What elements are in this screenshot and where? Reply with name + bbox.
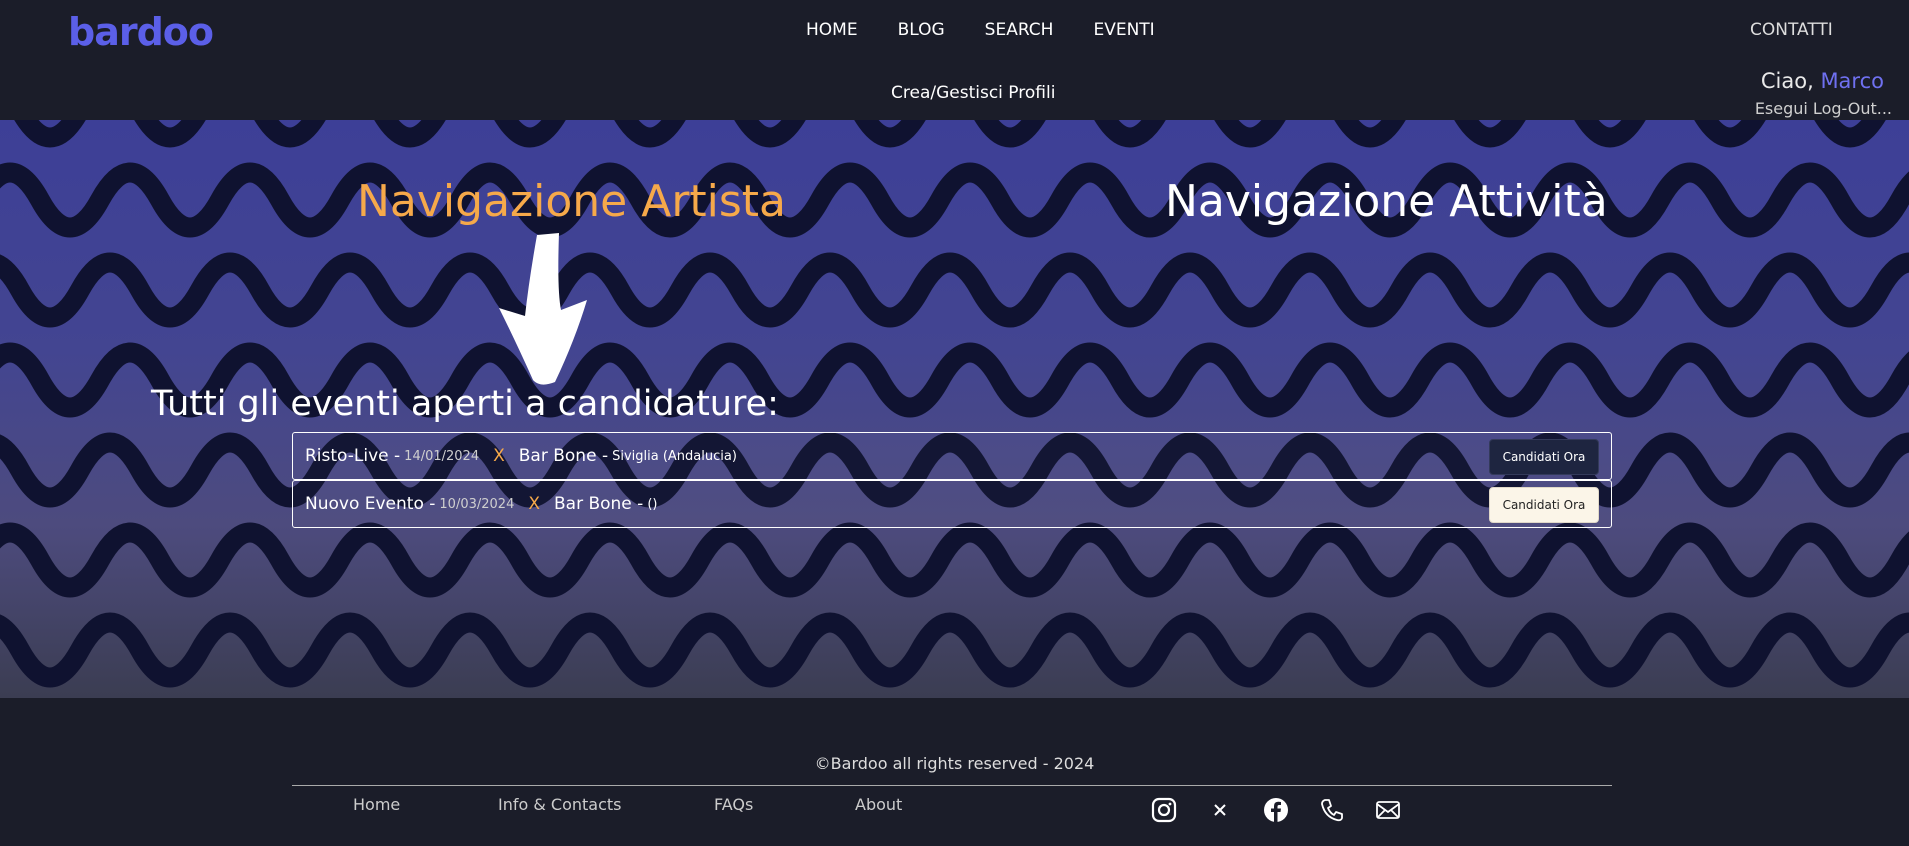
mail-icon[interactable]	[1375, 797, 1401, 823]
candidati-ora-button[interactable]: Candidati Ora	[1489, 439, 1599, 475]
site-footer: ©Bardoo all rights reserved - 2024 Home …	[0, 698, 1909, 846]
social-icons	[1151, 797, 1401, 823]
nav-home[interactable]: HOME	[806, 20, 858, 40]
bardoo-logo[interactable]: bardoo	[68, 10, 214, 54]
navigazione-artista-heading[interactable]: Navigazione Artista	[357, 176, 786, 227]
event-separator-x: X	[528, 494, 540, 514]
hero-section: Navigazione Artista Navigazione Attività…	[0, 120, 1909, 698]
event-row: Nuovo Evento - 10/03/2024 X Bar Bone - (…	[292, 480, 1612, 528]
nav-blog[interactable]: BLOG	[898, 20, 945, 40]
crea-gestisci-profili-link[interactable]: Crea/Gestisci Profili	[891, 83, 1055, 103]
footer-link-info-contacts[interactable]: Info & Contacts	[498, 795, 622, 814]
event-location: Siviglia (Andalucia)	[612, 448, 737, 464]
event-location: ()	[647, 496, 658, 512]
footer-link-home[interactable]: Home	[353, 795, 400, 814]
event-name: Nuovo Evento -	[305, 494, 436, 514]
logout-link[interactable]: Esegui Log-Out...	[1755, 99, 1892, 118]
event-venue: Bar Bone -	[554, 494, 644, 514]
event-date: 14/01/2024	[404, 448, 480, 464]
footer-link-about[interactable]: About	[855, 795, 902, 814]
event-venue: Bar Bone -	[518, 446, 609, 466]
main-nav: HOME BLOG SEARCH EVENTI	[806, 20, 1155, 40]
event-date: 10/03/2024	[439, 496, 515, 512]
facebook-icon[interactable]	[1263, 797, 1289, 823]
open-events-title: Tutti gli eventi aperti a candidature:	[151, 384, 779, 424]
nav-search[interactable]: SEARCH	[985, 20, 1054, 40]
event-separator-x: X	[493, 446, 505, 466]
navigazione-attivita-heading[interactable]: Navigazione Attività	[1165, 176, 1608, 227]
nav-eventi[interactable]: EVENTI	[1093, 20, 1154, 40]
footer-link-faqs[interactable]: FAQs	[714, 795, 753, 814]
user-name[interactable]: Marco	[1820, 69, 1884, 93]
event-row: Risto-Live - 14/01/2024 X Bar Bone - Siv…	[292, 432, 1612, 480]
footer-divider	[292, 785, 1612, 786]
instagram-icon[interactable]	[1151, 797, 1177, 823]
copyright-text: ©Bardoo all rights reserved - 2024	[814, 754, 1095, 773]
x-icon[interactable]	[1207, 797, 1233, 823]
user-greeting: Ciao, Marco	[1761, 69, 1884, 93]
phone-icon[interactable]	[1319, 797, 1345, 823]
event-name: Risto-Live -	[305, 446, 401, 466]
nav-contatti[interactable]: CONTATTI	[1750, 20, 1833, 40]
down-arrow-icon	[499, 233, 587, 385]
candidati-ora-button[interactable]: Candidati Ora	[1489, 487, 1599, 523]
site-header: bardoo HOME BLOG SEARCH EVENTI CONTATTI …	[0, 0, 1909, 120]
greeting-text: Ciao,	[1760, 69, 1814, 93]
